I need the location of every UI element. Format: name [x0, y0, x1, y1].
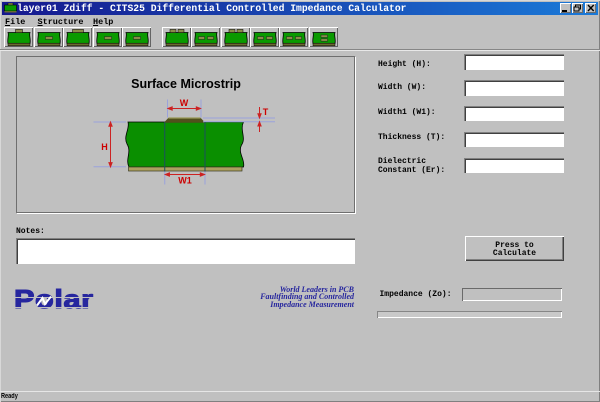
svg-text:W: W: [180, 98, 189, 108]
svg-text:H: H: [101, 142, 108, 152]
svg-text:W1: W1: [178, 176, 192, 186]
svg-text:T: T: [263, 107, 269, 117]
